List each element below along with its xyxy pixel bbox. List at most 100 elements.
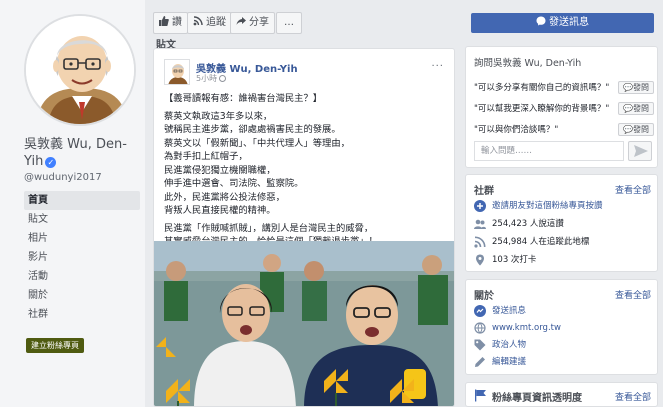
nav-item-about[interactable]: 關於 [24,286,140,305]
post-line: 號稱民主進步黨，卻處處禍害民主的發展。 [164,124,341,135]
page-name-line2: Yih [24,154,44,169]
post-time-text: 5小時 [196,74,218,83]
post-body: 【義哥讀報有感：誰禍害台灣民主？】 蔡英文執政這3年多以來， 號稱民主進步黨，卻… [164,92,449,253]
flag-icon [475,389,486,402]
question-input[interactable]: 輸入問題…… [474,141,624,161]
page-root: 吳敦義 Wu, Den- Yih ✓ @wudunyi2017 首頁 貼文 相片 … [0,0,663,407]
suggested-question: "可以幫我更深入瞭解你的背景嗎？" [474,104,610,114]
nav-item-posts[interactable]: 貼文 [24,210,140,229]
action-bar: 讚 追蹤 分享 … [150,12,460,36]
ask-bubble-icon: 💬 [623,83,633,92]
post-line: 為對手扣上紅帽子， [164,151,248,162]
checkins-text: 103 次打卡 [492,255,537,265]
suggested-question: "可以多分享有關你自己的資訊嗎？" [474,83,610,93]
nav-item-photos[interactable]: 相片 [24,229,140,248]
share-label: 分享 [249,17,269,28]
post-paragraph-main: 蔡英文執政這3年多以來， 號稱民主進步黨，卻處處禍害民主的發展。 蔡英文以「假新… [164,110,449,218]
share-arrow-icon [236,17,246,25]
ask-label: 發問 [633,83,649,92]
follow-button[interactable]: 追蹤 [187,12,232,34]
people-icon [474,219,486,229]
post-line: 【義哥讀報有感：誰禍害台灣民主？】 [164,93,323,104]
suggested-question-row: "可以與你們洽談嗎？" 💬發問 [474,123,654,137]
profile-avatar[interactable] [24,14,136,126]
post-line: 伸手進中選會、司法院、監察院。 [164,178,304,189]
about-box: 關於 查看全部 發送訊息 www.kmt.org.tw 政治人物 編輯建議 [465,279,658,375]
verified-badge-icon: ✓ [45,157,57,168]
page-name[interactable]: 吳敦義 Wu, Den- Yih ✓ [24,136,142,170]
page-name-line1: 吳敦義 Wu, Den- [24,137,127,152]
ask-button[interactable]: 💬發問 [618,102,654,115]
messenger-icon [536,16,546,26]
transparency-see-all-link[interactable]: 查看全部 [615,390,651,403]
post-line: 蔡英文執政這3年多以來， [164,110,273,122]
create-page-button[interactable]: 建立粉絲專頁 [26,338,84,353]
follow-label: 追蹤 [206,17,226,28]
ask-bubble-icon: 💬 [623,125,633,134]
share-button[interactable]: 分享 [230,12,275,34]
community-see-all-link[interactable]: 查看全部 [615,183,651,196]
ask-bubble-icon: 💬 [623,104,633,113]
pencil-icon [475,357,485,367]
post-card: 吳敦義 Wu, Den-Yih 5小時 ··· 【義哥讀報有感：誰禍害台灣民主？… [153,48,455,407]
invite-friends-icon [474,200,486,212]
rss-follow-icon [193,16,203,26]
about-see-all-link[interactable]: 查看全部 [615,288,651,301]
ask-question-box: 詢問吳敦義 Wu, Den-Yih "可以多分享有關你自己的資訊嗎？" 💬發問 … [465,46,658,168]
post-line: 蔡英文以「假新聞」、「中共代理人」等理由， [164,137,350,149]
suggest-edits-text: 編輯建議 [492,357,527,367]
send-question-button[interactable] [628,141,652,161]
post-line: 民進黨侵犯獨立機關職權， [164,164,276,176]
page-handle[interactable]: @wudunyi2017 [24,172,102,183]
ask-button[interactable]: 💬發問 [618,81,654,94]
send-arrow-icon [634,145,648,157]
send-message-button[interactable]: 發送訊息 [471,13,654,33]
ask-label: 發問 [633,104,649,113]
ask-box-title: 詢問吳敦義 Wu, Den-Yih [474,58,582,69]
left-nav: 首頁 貼文 相片 影片 活動 關於 社群 [24,191,140,324]
nav-item-community[interactable]: 社群 [24,305,140,324]
likes-count-text: 254,423 人說這讚 [492,219,564,229]
left-column: 吳敦義 Wu, Den- Yih ✓ @wudunyi2017 首頁 貼文 相片 … [0,0,145,407]
nav-item-home[interactable]: 首頁 [24,191,140,210]
send-message-label: 發送訊息 [549,17,589,28]
ask-button[interactable]: 💬發問 [618,123,654,136]
post-photo[interactable] [154,241,454,406]
website-link: www.kmt.org.tw [492,323,561,333]
post-author-avatar[interactable] [164,59,190,85]
tag-icon [474,339,486,351]
followers-icon [474,236,486,248]
map-pin-icon [476,254,484,266]
like-button[interactable]: 讚 [153,12,188,34]
category-text: 政治人物 [492,340,527,350]
post-paragraph-title: 【義哥讀報有感：誰禍害台灣民主？】 [164,92,449,106]
globe-icon [219,75,227,82]
caricature-portrait [26,16,134,124]
page-transparency-box: 粉絲專頁資訊透明度 查看全部 [465,382,658,407]
nav-item-events[interactable]: 活動 [24,267,140,286]
post-line: 此外，民進黨將公投法修惡， [164,191,285,203]
about-message-text: 發送訊息 [492,306,527,316]
followers-count-text: 254,984 人在追蹤此地標 [492,237,590,247]
messenger-icon [474,305,486,317]
post-line: 背叛人民直接民權的精神。 [164,205,276,216]
more-options-button[interactable]: … [276,12,302,34]
globe-icon [474,322,486,334]
post-timestamp[interactable]: 5小時 [196,73,227,84]
suggested-question-row: "可以多分享有關你自己的資訊嗎？" 💬發問 [474,81,654,95]
transparency-title: 粉絲專頁資訊透明度 [492,393,582,404]
community-box: 社群 查看全部 邀請朋友對這個粉絲專頁按讚 254,423 人說這讚 254,9… [465,174,658,272]
ask-label: 發問 [633,125,649,134]
like-label: 讚 [172,17,182,28]
post-menu-button[interactable]: ··· [431,61,444,72]
rally-photo-image [154,241,454,406]
post-line: 民進黨「作賊喊抓賊」，講別人是台灣民主的威脅， [164,222,374,234]
nav-item-videos[interactable]: 影片 [24,248,140,267]
thumbs-up-icon [159,16,169,26]
suggested-question-row: "可以幫我更深入瞭解你的背景嗎？" 💬發問 [474,102,654,116]
about-title: 關於 [474,291,494,302]
invite-friends-text: 邀請朋友對這個粉絲專頁按讚 [492,201,603,211]
author-thumbnail-icon [165,60,189,84]
community-title: 社群 [474,186,494,197]
suggested-question: "可以與你們洽談嗎？" [474,125,559,135]
